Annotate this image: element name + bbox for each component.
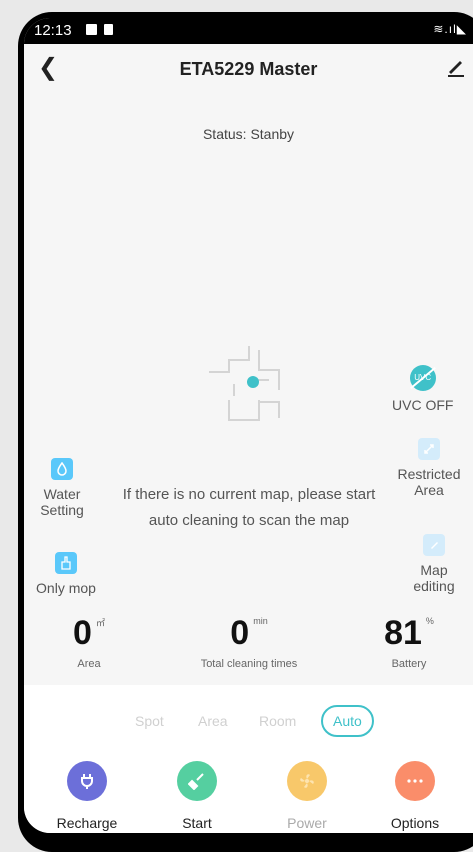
more-icon <box>395 761 435 801</box>
water-setting-label: Water <box>43 486 81 502</box>
restricted-area-label-line2: Area <box>414 482 444 498</box>
battery-value: 81 <box>384 614 422 652</box>
options-button[interactable]: Options <box>380 761 450 831</box>
fan-icon <box>287 761 327 801</box>
plug-icon <box>67 761 107 801</box>
only-mop-button[interactable]: Only mop <box>36 552 96 596</box>
cleaning-time-unit: min <box>253 616 268 626</box>
map-editing-icon <box>423 534 445 556</box>
start-label: Start <box>182 815 212 831</box>
water-setting-button[interactable]: Water Setting <box>32 458 92 518</box>
area-stat: 0 ㎡ Area <box>44 616 134 670</box>
robot-status: Status: Stanby <box>202 126 295 142</box>
options-label: Options <box>390 815 440 831</box>
control-panel: Spot Area Room Auto Recharge Start Power <box>24 685 473 833</box>
area-unit: ㎡ <box>95 618 105 628</box>
map-editing-label: Map <box>420 562 448 578</box>
power-label: Power <box>287 815 327 831</box>
area-value: 0 <box>73 614 92 652</box>
map-editing-button[interactable]: Map editing <box>399 534 469 594</box>
edit-icon[interactable] <box>445 56 467 78</box>
app-bar: ❮ ETA5229 Master <box>24 44 473 94</box>
mode-room[interactable]: Room <box>259 713 296 729</box>
recharge-button[interactable]: Recharge <box>52 761 122 831</box>
clipboard-icon <box>104 24 113 35</box>
no-map-message: If there is no current map, please start… <box>122 486 376 529</box>
cleaning-time-stat: 0 min Total cleaning times <box>174 616 324 670</box>
water-setting-label-line2: Setting <box>40 502 84 518</box>
clock: 12:13 <box>34 22 72 39</box>
power-button[interactable]: Power <box>272 761 342 831</box>
mode-auto[interactable]: Auto <box>321 705 374 737</box>
mode-area[interactable]: Area <box>198 713 228 729</box>
battery-unit: % <box>425 616 434 626</box>
signal-icon: ≋.ıl◣ <box>433 22 467 36</box>
gallery-icon <box>86 24 97 35</box>
uvc-toggle[interactable]: UVC UVC OFF <box>392 365 453 413</box>
area-label: Area <box>77 658 101 670</box>
start-button[interactable]: Start <box>162 761 232 831</box>
status-bar: 12:13 ≋.ıl◣ <box>24 18 473 44</box>
only-mop-label: Only mop <box>36 580 96 596</box>
restricted-area-label: Restricted <box>397 466 461 482</box>
cleaning-time-value: 0 <box>230 614 250 652</box>
cleaning-time-label: Total cleaning times <box>200 658 298 670</box>
map-sketch <box>209 346 280 421</box>
battery-stat: 81% Battery <box>364 616 454 670</box>
map-editing-label-line2: editing <box>413 578 455 594</box>
robot-position-marker <box>247 376 259 388</box>
recharge-label: Recharge <box>56 815 118 831</box>
mop-icon <box>55 552 77 574</box>
broom-icon <box>177 761 217 801</box>
restricted-area-button[interactable]: Restricted Area <box>394 438 464 498</box>
water-drop-icon <box>51 458 73 480</box>
uvc-icon: UVC <box>409 365 436 391</box>
mode-spot[interactable]: Spot <box>135 713 164 729</box>
uvc-label: UVC OFF <box>392 397 454 413</box>
app-screen: 12:13 ≋.ıl◣ ❮ ETA5229 Master Status: Sta… <box>24 18 473 833</box>
restricted-area-icon <box>418 438 440 460</box>
battery-label: Battery <box>391 658 427 670</box>
page-title: ETA5229 Master <box>179 59 318 79</box>
